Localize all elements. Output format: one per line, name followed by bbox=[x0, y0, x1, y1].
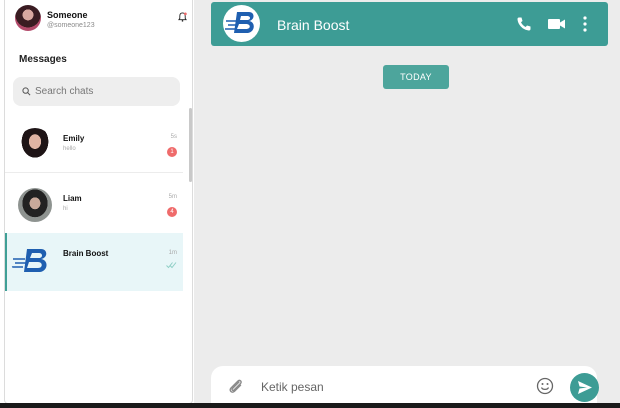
divider bbox=[5, 172, 183, 173]
chat-name: Emily bbox=[63, 134, 85, 143]
emoji-icon[interactable] bbox=[536, 377, 554, 395]
send-button[interactable] bbox=[570, 373, 599, 402]
brain-boost-logo[interactable] bbox=[223, 5, 260, 42]
unread-badge: 4 bbox=[167, 207, 177, 217]
bottom-strip bbox=[0, 403, 620, 408]
chat-name: Liam bbox=[63, 194, 82, 203]
chat-item-liam[interactable]: Liam hi 5m 4 bbox=[5, 177, 183, 235]
profile-handle: @someone123 bbox=[47, 22, 95, 29]
unread-badge: 1 bbox=[167, 147, 177, 157]
double-check-icon bbox=[166, 262, 177, 269]
chat-name: Brain Boost bbox=[63, 249, 109, 258]
search-input[interactable] bbox=[35, 84, 170, 99]
message-composer bbox=[211, 366, 597, 408]
chat-time: 5m bbox=[168, 194, 177, 200]
chat-time: 1m bbox=[168, 250, 177, 256]
avatar[interactable] bbox=[15, 5, 41, 31]
send-icon bbox=[578, 381, 592, 394]
search-icon bbox=[22, 87, 31, 96]
avatar bbox=[18, 188, 52, 222]
phone-icon[interactable] bbox=[516, 15, 532, 33]
message-input[interactable] bbox=[261, 378, 511, 396]
sidebar-scrollbar[interactable] bbox=[189, 108, 192, 182]
kebab-menu-icon[interactable] bbox=[581, 15, 589, 33]
chat-time: 5s bbox=[170, 134, 177, 140]
date-chip: TODAY bbox=[383, 65, 449, 89]
chat-preview: hi bbox=[63, 206, 68, 212]
messages-title: Messages bbox=[19, 54, 67, 65]
brain-boost-logo bbox=[11, 241, 55, 281]
chat-item-brain-boost[interactable]: Brain Boost 1m bbox=[5, 233, 183, 291]
profile-name: Someone bbox=[47, 10, 88, 20]
bell-icon[interactable] bbox=[178, 12, 187, 22]
search-box[interactable] bbox=[13, 77, 180, 106]
sidebar: Someone @someone123 Messages Emily hello… bbox=[4, 0, 193, 404]
chat-header: Brain Boost bbox=[211, 2, 608, 46]
video-icon[interactable] bbox=[547, 15, 566, 33]
chat-item-emily[interactable]: Emily hello 5s 1 bbox=[5, 117, 183, 175]
chat-pane: Brain Boost TODAY bbox=[194, 0, 620, 408]
paperclip-icon[interactable] bbox=[226, 377, 246, 397]
chat-preview: hello bbox=[63, 146, 76, 152]
avatar bbox=[18, 128, 52, 162]
profile-header: Someone @someone123 bbox=[5, 0, 192, 40]
chat-title: Brain Boost bbox=[277, 17, 350, 33]
